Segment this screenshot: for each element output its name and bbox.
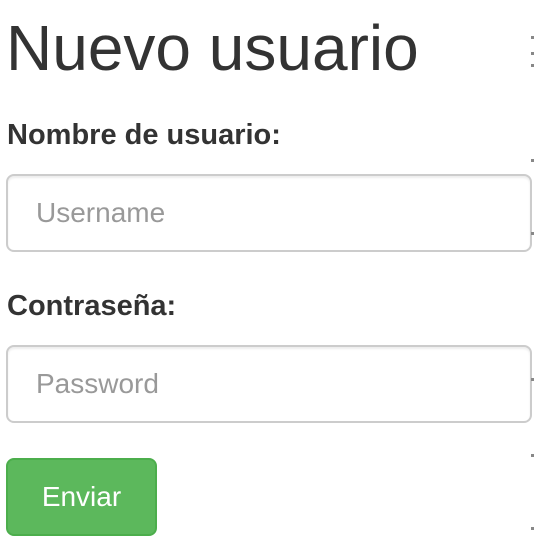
submit-button[interactable]: Enviar [6, 458, 157, 536]
page-title: Nuevo usuario [6, 12, 419, 84]
password-label: Contraseña: [7, 290, 177, 322]
username-input[interactable] [6, 174, 532, 252]
password-input[interactable] [6, 345, 532, 423]
username-label: Nombre de usuario: [7, 119, 281, 151]
